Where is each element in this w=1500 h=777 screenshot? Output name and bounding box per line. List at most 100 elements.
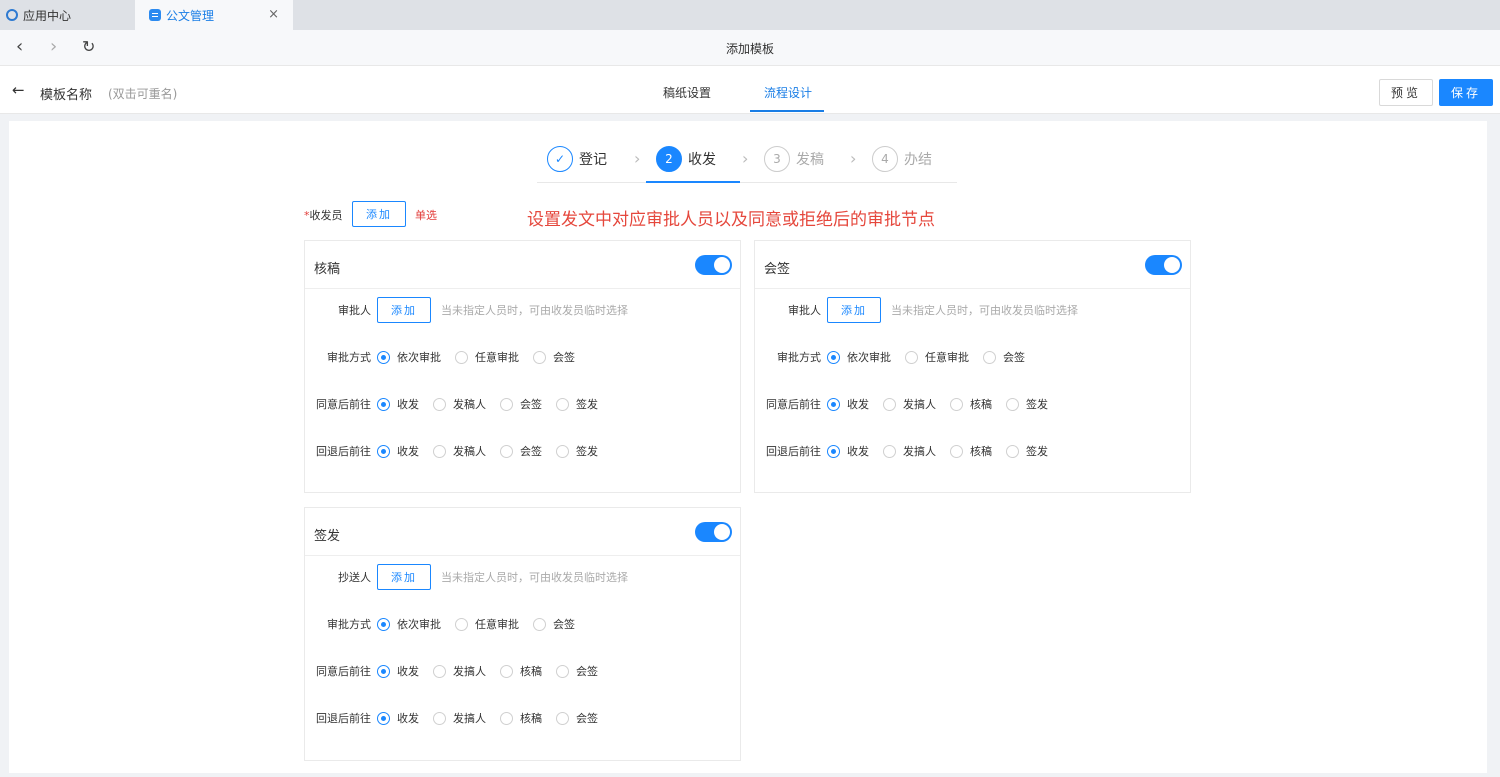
radio-option[interactable]: 发搞人 (883, 443, 936, 459)
radio-option[interactable]: 收发 (377, 396, 419, 412)
row-label: 审批人 (338, 304, 371, 317)
step-label: 登记 (579, 152, 607, 168)
row-label: 审批方式 (327, 351, 371, 364)
radio-option[interactable]: 核稿 (950, 396, 992, 412)
approver-hint: 当未指定人员时，可由收发员临时选择 (441, 304, 628, 317)
radio-dot (377, 350, 390, 364)
step-draft[interactable]: 3 发稿 (764, 146, 824, 172)
browser-tab-app-center[interactable]: 应用中心 (0, 0, 135, 30)
radio-label: 会签 (520, 398, 542, 411)
annotation-text: 设置发文中对应审批人员以及同意或拒绝后的审批节点 (527, 210, 935, 230)
radio-option[interactable]: 会签 (500, 396, 542, 412)
step-number: 2 (656, 146, 682, 172)
card-header: 签发 (305, 508, 740, 556)
radio-option[interactable]: 发搞人 (433, 710, 486, 726)
countersign-toggle[interactable] (1145, 255, 1182, 275)
active-tab-indicator (750, 110, 824, 112)
step-number: 4 (872, 146, 898, 172)
card-countersign: 会签 审批人 添加 当未指定人员时，可由收发员临时选择 审批方式 依次审批 任意… (754, 240, 1191, 493)
reject-row: 回退后前往 收发 发搞人 核稿 签发 (755, 438, 1062, 464)
step-complete[interactable]: 4 办结 (872, 146, 932, 172)
radio-option[interactable]: 收发 (377, 710, 419, 726)
sign-issue-toggle[interactable] (695, 522, 732, 542)
card-title: 核稿 (314, 262, 341, 277)
row-label: 同意后前往 (766, 398, 821, 411)
add-sender-button[interactable]: 添加 (352, 201, 406, 227)
radio-option[interactable]: 发稿人 (433, 443, 486, 459)
review-toggle[interactable] (695, 255, 732, 275)
radio-option[interactable]: 签发 (1006, 443, 1048, 459)
step-receive[interactable]: 2 收发 (656, 146, 716, 172)
radio-label: 发搞人 (453, 665, 486, 678)
radio-label: 发搞人 (903, 398, 936, 411)
radio-option[interactable]: 会签 (500, 443, 542, 459)
radio-option[interactable]: 收发 (377, 443, 419, 459)
step-number: 3 (764, 146, 790, 172)
reject-row: 回退后前往 收发 发搞人 核稿 会签 (305, 705, 612, 731)
document-icon (149, 9, 161, 21)
row-label: 同意后前往 (316, 665, 371, 678)
radio-option[interactable]: 任意审批 (455, 349, 519, 365)
browser-tab-document-management[interactable]: 公文管理 × (135, 0, 293, 30)
radio-dot (433, 664, 446, 678)
chevron-right-icon: › (742, 149, 749, 168)
row-label: 抄送人 (338, 571, 371, 584)
radio-option[interactable]: 会签 (533, 616, 575, 632)
add-cc-button[interactable]: 添加 (377, 564, 431, 590)
radio-option[interactable]: 任意审批 (455, 616, 519, 632)
agree-row: 同意后前往 收发 发稿人 会签 签发 (305, 391, 612, 417)
radio-option[interactable]: 会签 (556, 710, 598, 726)
radio-option[interactable]: 签发 (1006, 396, 1048, 412)
radio-option[interactable]: 会签 (983, 349, 1025, 365)
radio-dot (827, 397, 840, 411)
card-header: 核稿 (305, 241, 740, 289)
radio-option[interactable]: 核稿 (500, 663, 542, 679)
radio-dot (377, 711, 390, 725)
radio-option[interactable]: 签发 (556, 443, 598, 459)
radio-label: 依次审批 (847, 351, 891, 364)
tab-paper-settings[interactable]: 稿纸设置 (663, 84, 711, 101)
card-title: 签发 (314, 529, 341, 544)
radio-option[interactable]: 会签 (556, 663, 598, 679)
close-icon[interactable]: × (268, 7, 279, 22)
radio-option[interactable]: 会签 (533, 349, 575, 365)
save-button[interactable]: 保存 (1439, 79, 1493, 106)
radio-dot (500, 444, 513, 458)
current-step-indicator (646, 181, 740, 183)
radio-option[interactable]: 发稿人 (433, 396, 486, 412)
radio-option[interactable]: 收发 (377, 663, 419, 679)
radio-option[interactable]: 收发 (827, 396, 869, 412)
radio-dot (950, 444, 963, 458)
radio-label: 任意审批 (925, 351, 969, 364)
radio-label: 核稿 (970, 445, 992, 458)
step-label: 收发 (688, 152, 716, 168)
add-approver-button[interactable]: 添加 (827, 297, 881, 323)
radio-option[interactable]: 核稿 (500, 710, 542, 726)
radio-option[interactable]: 核稿 (950, 443, 992, 459)
radio-option[interactable]: 签发 (556, 396, 598, 412)
method-row: 审批方式 依次审批 任意审批 会签 (755, 344, 1039, 370)
step-register[interactable]: ✓ 登记 (547, 146, 607, 172)
radio-label: 会签 (576, 665, 598, 678)
add-approver-button[interactable]: 添加 (377, 297, 431, 323)
radio-dot (533, 617, 546, 631)
radio-option[interactable]: 任意审批 (905, 349, 969, 365)
template-name[interactable]: 模板名称 (40, 84, 92, 103)
browser-tab-strip: 应用中心 公文管理 × (0, 0, 1500, 30)
radio-option[interactable]: 依次审批 (377, 616, 441, 632)
radio-option[interactable]: 发搞人 (883, 396, 936, 412)
radio-label: 会签 (553, 351, 575, 364)
radio-label: 核稿 (970, 398, 992, 411)
radio-dot (433, 397, 446, 411)
radio-dot (556, 397, 569, 411)
tab-flow-design[interactable]: 流程设计 (764, 84, 812, 101)
radio-option[interactable]: 依次审批 (377, 349, 441, 365)
arrow-left-icon[interactable]: ← (12, 81, 25, 99)
method-row: 审批方式 依次审批 任意审批 会签 (305, 611, 589, 637)
radio-option[interactable]: 依次审批 (827, 349, 891, 365)
chevron-right-icon: › (634, 149, 641, 168)
radio-option[interactable]: 发搞人 (433, 663, 486, 679)
preview-button[interactable]: 预览 (1379, 79, 1433, 106)
radio-dot (883, 397, 896, 411)
radio-option[interactable]: 收发 (827, 443, 869, 459)
